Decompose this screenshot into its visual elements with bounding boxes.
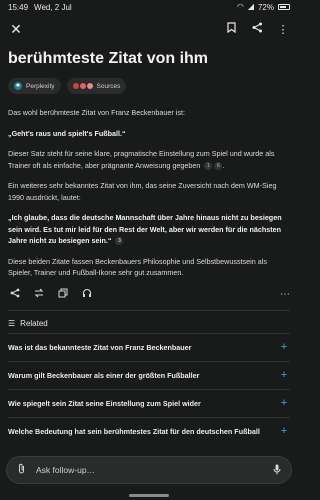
answer-paragraph: Diese beiden Zitate fassen Beckenbauers … <box>8 256 267 278</box>
plus-icon[interactable]: + <box>278 397 290 409</box>
status-date: Wed, 2 Jul <box>34 2 72 12</box>
related-item-label: Wie spiegelt sein Zitat seine Einstellun… <box>8 398 201 408</box>
sources-chip-label: Sources <box>96 82 121 90</box>
more-horizontal-icon[interactable]: ⋯ <box>280 289 290 300</box>
attach-icon[interactable] <box>17 463 26 477</box>
divider <box>8 309 290 311</box>
answer-content: berühmteste Zitat von ihm ✱ Perplexity S… <box>8 50 290 445</box>
answer-quote: „Geht's raus und spielt's Fußball.“ <box>8 128 126 138</box>
chip-row: ✱ Perplexity Sources <box>8 78 290 94</box>
model-chip[interactable]: ✱ Perplexity <box>8 78 61 94</box>
model-chip-label: Perplexity <box>26 82 55 90</box>
system-nav-bar <box>0 488 298 500</box>
close-icon[interactable]: ✕ <box>8 21 24 38</box>
perplexity-logo-icon: ✱ <box>14 82 22 90</box>
status-time: 15:49 <box>8 2 29 12</box>
related-item[interactable]: Was ist das bekannteste Zitat von Franz … <box>8 332 290 361</box>
copy-icon[interactable] <box>58 288 68 301</box>
page-title: berühmteste Zitat von ihm <box>8 50 209 67</box>
answer-paragraph: Das wohl berühmteste Zitat von Franz Bec… <box>8 108 185 117</box>
related-item[interactable]: Welche Bedeutung hat sein berühmtestes Z… <box>8 416 290 445</box>
rewrite-icon[interactable] <box>34 288 44 301</box>
related-item[interactable]: Wie spiegelt sein Zitat seine Einstellun… <box>8 388 290 417</box>
answer-paragraph-text: Dieser Satz steht für seine klare, pragm… <box>8 149 275 170</box>
signal-icon: ◢ <box>247 2 254 11</box>
related-heading-label: Related <box>20 319 48 328</box>
wifi-icon: ◠ <box>236 2 244 11</box>
share-icon[interactable] <box>10 288 20 301</box>
headphones-icon[interactable] <box>82 288 92 301</box>
follow-up-input[interactable]: Ask follow-up… <box>6 456 292 484</box>
bookmark-icon[interactable] <box>224 22 238 36</box>
related-item-label: Welche Bedeutung hat sein berühmtestes Z… <box>8 426 260 436</box>
related-icon: ☰ <box>8 319 16 328</box>
answer-quote: „Ich glaube, dass die deutsche Mannschaf… <box>8 212 290 247</box>
period-text: . <box>222 160 225 170</box>
related-item-label: Was ist das bekannteste Zitat von Franz … <box>8 342 192 352</box>
citation-badge[interactable]: 3 <box>115 237 124 246</box>
source-favicons-icon <box>72 83 93 89</box>
related-heading: ☰ Related <box>8 317 290 331</box>
plus-icon[interactable]: + <box>278 369 290 381</box>
share-icon[interactable] <box>250 22 264 36</box>
answer-toolbar: ⋯ <box>8 288 290 302</box>
follow-up-placeholder: Ask follow-up… <box>36 465 96 475</box>
battery-icon <box>278 4 290 10</box>
more-vertical-icon[interactable]: ⋮ <box>276 23 290 36</box>
sources-chip[interactable]: Sources <box>66 78 127 94</box>
battery-percent: 72% <box>257 2 274 12</box>
status-bar: 15:49 Wed, 2 Jul ◠ ◢ 72% <box>0 0 298 14</box>
plus-icon[interactable]: + <box>278 341 290 353</box>
citation-badge[interactable]: 1 <box>204 161 213 170</box>
answer-paragraph: Ein weiteres sehr bekanntes Zitat von ih… <box>8 181 277 202</box>
microphone-icon[interactable] <box>273 464 281 477</box>
related-item-label: Warum gilt Beckenbauer als einer der grö… <box>8 370 200 380</box>
answer-paragraph: Dieser Satz steht für seine klare, pragm… <box>8 148 290 171</box>
related-item[interactable]: Warum gilt Beckenbauer als einer der grö… <box>8 360 290 389</box>
answer-quote-text: „Ich glaube, dass die deutsche Mannschaf… <box>8 213 282 245</box>
top-bar: ✕ ⋮ <box>0 16 298 42</box>
plus-icon[interactable]: + <box>278 425 290 437</box>
